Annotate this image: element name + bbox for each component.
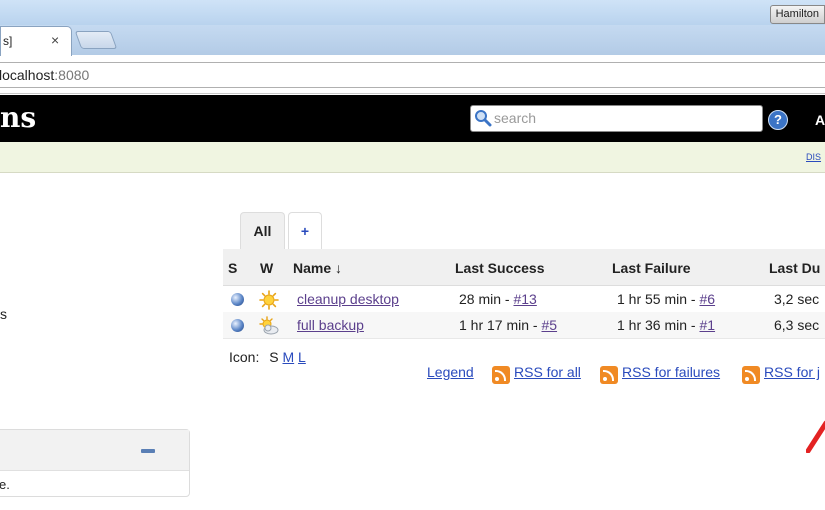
- rss-icon: [742, 366, 760, 384]
- browser-tab-title: s]: [3, 34, 13, 48]
- help-icon[interactable]: ?: [768, 110, 788, 130]
- column-last-duration[interactable]: Last Du: [769, 260, 820, 276]
- last-success-time: 1 hr 17 min -: [459, 317, 542, 333]
- logo-text[interactable]: ns: [0, 101, 36, 134]
- last-duration-cell: 6,3 sec: [774, 317, 820, 333]
- last-failure-time: 1 hr 55 min -: [617, 291, 700, 307]
- column-name[interactable]: Name ↓: [293, 260, 342, 276]
- rss-latest-link[interactable]: RSS for j: [764, 364, 820, 380]
- last-duration-cell: 3,2 sec: [774, 291, 820, 307]
- url-host: localhost: [0, 67, 55, 83]
- url-input[interactable]: localhost:8080: [0, 62, 825, 88]
- status-ball-icon[interactable]: [231, 293, 244, 306]
- page-header: ns search ? A: [0, 95, 825, 142]
- breadcrumb-bar: DIS: [0, 142, 825, 173]
- search-input[interactable]: search: [470, 105, 763, 132]
- close-icon[interactable]: ×: [51, 32, 59, 48]
- legend-link[interactable]: Legend: [427, 364, 474, 380]
- last-success-cell: 1 hr 17 min - #5: [459, 317, 557, 333]
- icon-size-selector: Icon: S M L: [229, 349, 306, 365]
- column-status[interactable]: S: [228, 260, 237, 276]
- job-name-link[interactable]: cleanup desktop: [297, 291, 399, 307]
- red-arrow-annotation: [806, 420, 825, 453]
- column-weather[interactable]: W: [260, 260, 273, 276]
- last-failure-build-link[interactable]: #6: [699, 291, 715, 307]
- browser-tab[interactable]: s] ×: [0, 26, 72, 57]
- window-titlebar: Hamilton: [0, 0, 825, 25]
- rss-failures-link[interactable]: RSS for failures: [622, 364, 720, 380]
- job-name-link[interactable]: full backup: [297, 317, 364, 333]
- rss-icon: [492, 366, 510, 384]
- search-icon: [475, 110, 492, 127]
- last-success-build-link[interactable]: #5: [541, 317, 557, 333]
- last-success-time: 28 min -: [459, 291, 514, 307]
- panel-header: [0, 430, 189, 471]
- table-row: cleanup desktop 28 min - #13 1 hr 55 min…: [223, 286, 825, 313]
- browser-tabstrip: [0, 25, 825, 55]
- rss-all-link[interactable]: RSS for all: [514, 364, 581, 380]
- add-view-button[interactable]: +: [288, 212, 322, 250]
- sidebar-item[interactable]: s: [0, 306, 7, 322]
- status-ball-icon[interactable]: [231, 319, 244, 332]
- last-failure-cell: 1 hr 55 min - #6: [617, 291, 715, 307]
- window-user-badge: Hamilton: [769, 5, 825, 24]
- icon-size-m-link[interactable]: M: [282, 349, 294, 365]
- panel-text: e.: [0, 477, 10, 492]
- table-row: full backup 1 hr 17 min - #5 1 hr 36 min…: [223, 312, 825, 339]
- last-success-cell: 28 min - #13: [459, 291, 537, 307]
- column-last-failure[interactable]: Last Failure: [612, 260, 691, 276]
- last-failure-time: 1 hr 36 min -: [617, 317, 700, 333]
- sun-icon: [259, 290, 279, 310]
- icon-size-s: S: [269, 349, 279, 365]
- last-success-build-link[interactable]: #13: [513, 291, 536, 307]
- build-executor-panel: e.: [0, 429, 190, 497]
- header-user-link[interactable]: A: [815, 112, 825, 128]
- icon-size-label: Icon:: [229, 349, 260, 365]
- tab-all[interactable]: All: [240, 212, 285, 250]
- icon-size-l-link[interactable]: L: [298, 349, 306, 365]
- rss-icon: [600, 366, 618, 384]
- disable-auto-refresh-link[interactable]: DIS: [806, 152, 821, 162]
- address-bar: localhost:8080: [0, 56, 825, 94]
- table-header: S W Name ↓ Last Success Last Failure Las…: [223, 249, 825, 286]
- new-tab-button[interactable]: [74, 31, 118, 49]
- url-port: :8080: [54, 67, 90, 83]
- search-placeholder: search: [494, 110, 537, 126]
- last-failure-cell: 1 hr 36 min - #1: [617, 317, 715, 333]
- last-failure-build-link[interactable]: #1: [699, 317, 715, 333]
- minimize-icon[interactable]: [141, 449, 155, 453]
- partly-cloudy-icon: [259, 316, 279, 335]
- column-last-success[interactable]: Last Success: [455, 260, 545, 276]
